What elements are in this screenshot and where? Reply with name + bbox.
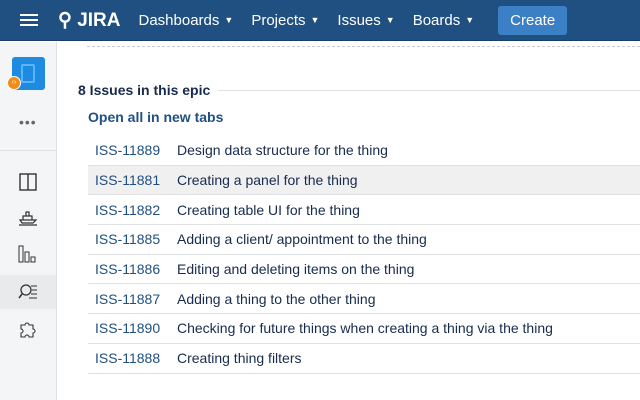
issue-row[interactable]: ISS-11888 Creating thing filters bbox=[88, 344, 640, 374]
project-sidebar: ‹› ••• bbox=[0, 42, 57, 400]
main-content: 8 Issues in this epic Open all in new ta… bbox=[57, 42, 640, 400]
create-button[interactable]: Create bbox=[498, 5, 568, 35]
issue-summary: Creating table UI for the thing bbox=[177, 201, 360, 218]
issue-key-link[interactable]: ISS-11890 bbox=[88, 320, 177, 336]
epic-issues-heading: 8 Issues in this epic bbox=[78, 82, 640, 98]
issue-key-link[interactable]: ISS-11889 bbox=[88, 142, 177, 158]
project-avatar[interactable]: ‹› bbox=[7, 57, 45, 90]
issue-key-link[interactable]: ISS-11887 bbox=[88, 291, 177, 307]
board-icon[interactable] bbox=[0, 165, 56, 199]
more-icon[interactable]: ••• bbox=[19, 114, 37, 130]
nav-label: Projects bbox=[251, 11, 306, 29]
issue-list: ISS-11889 Design data structure for the t… bbox=[88, 136, 640, 374]
logo-text: JIRA bbox=[77, 9, 121, 31]
issue-summary: Adding a client/ appointment to the thin… bbox=[177, 231, 427, 248]
issue-row[interactable]: ISS-11881 Creating a panel for the thing bbox=[88, 165, 640, 196]
issue-row[interactable]: ISS-11885 Adding a client/ appointment to… bbox=[88, 225, 640, 255]
dashed-divider bbox=[87, 46, 640, 47]
heading-text: 8 Issues in this epic bbox=[78, 82, 211, 98]
issue-summary: Adding a thing to the other thing bbox=[177, 290, 376, 307]
nav-issues[interactable]: Issues ▼ bbox=[337, 12, 394, 29]
issue-key-link[interactable]: ISS-11881 bbox=[88, 172, 177, 188]
chevron-down-icon: ▼ bbox=[224, 15, 234, 25]
nav-projects[interactable]: Projects ▼ bbox=[251, 12, 319, 29]
nav-label: Issues bbox=[337, 11, 381, 29]
issue-summary: Checking for future things when creating… bbox=[177, 320, 553, 337]
add-ons-puzzle-icon[interactable] bbox=[0, 312, 56, 346]
issue-row[interactable]: ISS-11886 Editing and deleting items on t… bbox=[88, 255, 640, 285]
issue-summary: Creating a panel for the thing bbox=[177, 172, 358, 189]
chevron-down-icon: ▼ bbox=[385, 15, 395, 25]
issue-row[interactable]: ISS-11889 Design data structure for the t… bbox=[88, 136, 640, 166]
nav-dashboards[interactable]: Dashboards ▼ bbox=[139, 12, 234, 29]
nav-label: Boards bbox=[412, 11, 461, 29]
menu-icon[interactable] bbox=[20, 11, 38, 29]
nav-boards[interactable]: Boards ▼ bbox=[413, 12, 474, 29]
issue-row[interactable]: ISS-11887 Adding a thing to the other thi… bbox=[88, 284, 640, 315]
chevron-down-icon: ▼ bbox=[465, 15, 475, 25]
issue-key-link[interactable]: ISS-11885 bbox=[88, 231, 177, 247]
chevron-down-icon: ▼ bbox=[310, 15, 320, 25]
ship-releases-icon[interactable] bbox=[0, 200, 56, 234]
divider bbox=[0, 150, 56, 151]
open-all-link[interactable]: Open all in new tabs bbox=[88, 109, 223, 125]
issue-key-link[interactable]: ISS-11882 bbox=[88, 202, 177, 218]
issue-summary: Editing and deleting items on the thing bbox=[177, 261, 415, 278]
reports-icon[interactable] bbox=[0, 237, 56, 271]
issue-summary: Design data structure for the thing bbox=[177, 142, 388, 159]
jira-logo[interactable]: ⚲ JIRA bbox=[58, 9, 121, 32]
top-nav: ⚲ JIRA Dashboards ▼ Projects ▼ Issues ▼ Boa… bbox=[0, 0, 640, 41]
issue-row[interactable]: ISS-11890 Checking for future things when… bbox=[88, 314, 640, 344]
issue-row[interactable]: ISS-11882 Creating table UI for the thing bbox=[88, 195, 640, 226]
code-badge-icon: ‹› bbox=[7, 76, 21, 90]
issue-summary: Creating thing filters bbox=[177, 350, 302, 367]
issues-search-icon[interactable] bbox=[0, 275, 56, 309]
nav-label: Dashboards bbox=[138, 11, 220, 29]
issue-key-link[interactable]: ISS-11888 bbox=[88, 350, 177, 366]
issue-key-link[interactable]: ISS-11886 bbox=[88, 261, 177, 277]
